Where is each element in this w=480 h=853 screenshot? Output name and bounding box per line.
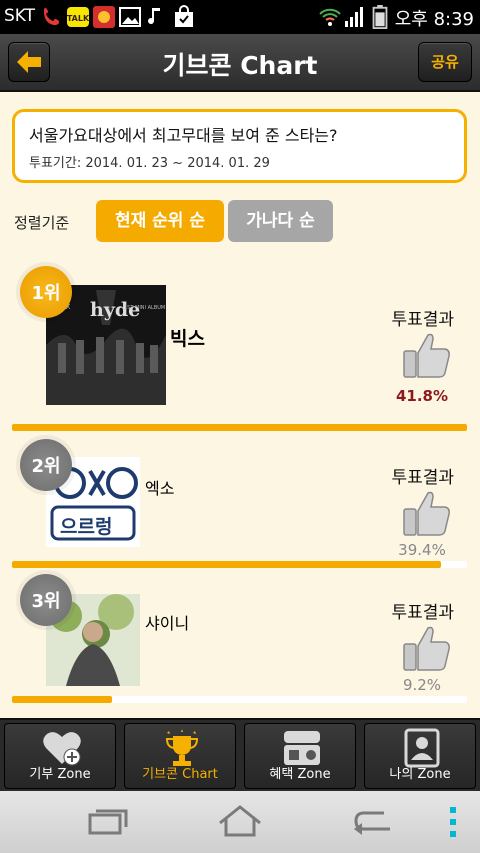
battery-icon: [372, 5, 388, 29]
rank-badge: 3위: [20, 574, 72, 626]
missed-call-icon: [44, 8, 59, 25]
nav-label: 혜택 Zone: [269, 767, 331, 782]
album-title-text: 으르렁: [60, 516, 113, 538]
status-bar: SKT TALK 오후 8:39: [0, 0, 480, 34]
menu-dots-icon[interactable]: [448, 807, 458, 837]
nav-benefit-zone[interactable]: 혜택 Zone: [244, 723, 356, 789]
sort-alphabetical-button[interactable]: 가나다 순: [228, 200, 333, 242]
vote-percent: 39.4%: [398, 541, 446, 559]
kakaotalk-icon: TALK: [67, 7, 90, 27]
artist-name: 엑소: [145, 479, 175, 498]
ranking-item[interactable]: 으르렁 2위 엑소 투표결과 39.4%: [0, 439, 480, 574]
vote-percent: 9.2%: [402, 676, 442, 694]
carrier-name: SKT: [4, 6, 36, 26]
vote-bar: [12, 424, 467, 431]
thumbs-up-icon[interactable]: [400, 329, 452, 381]
recent-apps-icon[interactable]: [86, 805, 130, 837]
nav-donate-zone[interactable]: 기부 Zone: [4, 723, 116, 789]
page-title: 기브콘 Chart: [162, 51, 318, 80]
sort-label: 정렬기준: [14, 214, 70, 232]
vote-result-label: 투표결과: [391, 468, 454, 488]
game-app-icon: [93, 6, 115, 28]
artist-name: 빅스: [170, 328, 205, 350]
clock: 오후 8:39: [394, 9, 474, 30]
app-header: 기브콘 Chart 공유: [0, 34, 480, 92]
heart-plus-icon: [43, 732, 81, 766]
ranking-item[interactable]: hyde VIXX 1ST MINI ALBUM 1위 빅스 투표결과 41.8…: [0, 266, 480, 439]
poll-period: 투표기간: 2014. 01. 23 ~ 2014. 01. 29: [29, 156, 270, 171]
nav-givecon-chart[interactable]: 기브콘 Chart: [124, 723, 236, 789]
nav-label: 나의 Zone: [389, 767, 451, 782]
back-arrow-icon[interactable]: [350, 805, 396, 837]
share-button[interactable]: 공유: [418, 42, 472, 82]
svg-text:TALK: TALK: [67, 14, 90, 23]
poll-question: 서울가요대상에서 최고무대를 보여 준 스타는?: [29, 126, 338, 145]
album-subtitle-text: 1ST MINI ALBUM: [124, 305, 166, 311]
sort-by-rank-button[interactable]: 현재 순위 순: [96, 200, 224, 242]
poll-question-box: 서울가요대상에서 최고무대를 보여 준 스타는? 투표기간: 2014. 01.…: [12, 109, 467, 183]
rank-badge: 2위: [20, 439, 72, 491]
thumbs-up-icon[interactable]: [400, 487, 452, 539]
nav-label: 기브콘 Chart: [142, 767, 218, 782]
bottom-navigation: 기부 Zone 기브콘 Chart 혜택 Zone 나의 Zone: [0, 718, 480, 791]
vote-percent: 41.8%: [395, 387, 449, 405]
coupon-icon: [284, 731, 320, 765]
gallery-icon: [119, 7, 141, 27]
rank-badge: 1위: [20, 266, 72, 318]
vote-result-label: 투표결과: [391, 603, 454, 623]
home-icon[interactable]: [216, 803, 264, 839]
vote-bar-fill: [12, 696, 113, 703]
trophy-icon: [165, 729, 199, 766]
nav-my-zone[interactable]: 나의 Zone: [364, 723, 476, 789]
wifi-icon: [319, 8, 341, 26]
thumbs-up-icon[interactable]: [400, 622, 452, 674]
nav-label: 기부 Zone: [29, 767, 91, 782]
shopping-bag-icon: [175, 5, 193, 27]
vote-bar: [12, 696, 467, 703]
vote-bar: [12, 561, 467, 568]
vote-result-label: 투표결과: [391, 310, 454, 330]
ranking-item[interactable]: 3위 샤이니 투표결과 9.2%: [0, 574, 480, 709]
system-navigation-bar: [0, 791, 480, 853]
signal-icon: [345, 7, 363, 27]
artist-name: 샤이니: [145, 614, 190, 633]
chart-content[interactable]: 서울가요대상에서 최고무대를 보여 준 스타는? 투표기간: 2014. 01.…: [0, 94, 480, 718]
vote-bar-fill: [12, 561, 441, 568]
vote-bar-fill: [12, 424, 467, 431]
music-note-icon: [148, 8, 160, 25]
profile-icon: [404, 728, 440, 768]
